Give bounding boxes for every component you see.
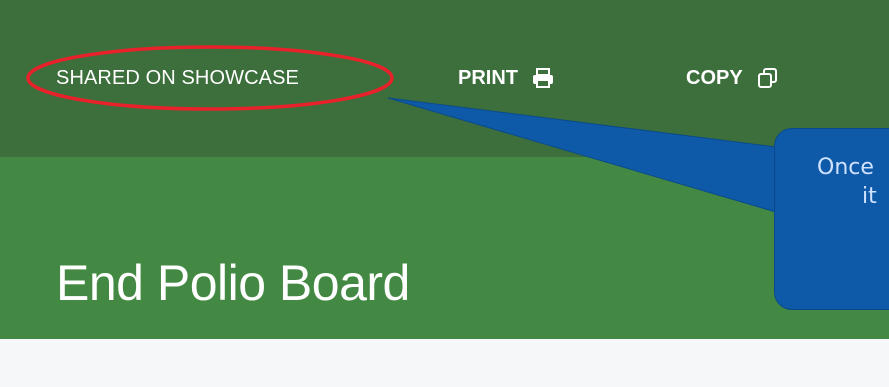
- annotation-callout: Once it: [774, 128, 889, 310]
- copy-button[interactable]: COPY: [686, 64, 779, 92]
- screenshot-stage: SHARED ON SHOWCASE PRINT COPY End Polio …: [0, 0, 889, 387]
- callout-text: Once it: [817, 153, 889, 211]
- shared-on-showcase-link[interactable]: SHARED ON SHOWCASE: [56, 64, 299, 92]
- board-content-area: [0, 339, 889, 387]
- printer-icon: [533, 68, 553, 88]
- shared-on-showcase-label: SHARED ON SHOWCASE: [56, 67, 299, 89]
- copy-label: COPY: [686, 67, 743, 89]
- print-label: PRINT: [458, 67, 518, 89]
- copy-icon: [757, 68, 777, 88]
- board-toolbar: SHARED ON SHOWCASE PRINT COPY: [0, 0, 889, 157]
- print-button[interactable]: PRINT: [458, 64, 554, 92]
- callout-line-1: Once: [817, 155, 874, 180]
- page-title: End Polio Board: [56, 254, 410, 311]
- callout-line-2: it: [862, 184, 877, 209]
